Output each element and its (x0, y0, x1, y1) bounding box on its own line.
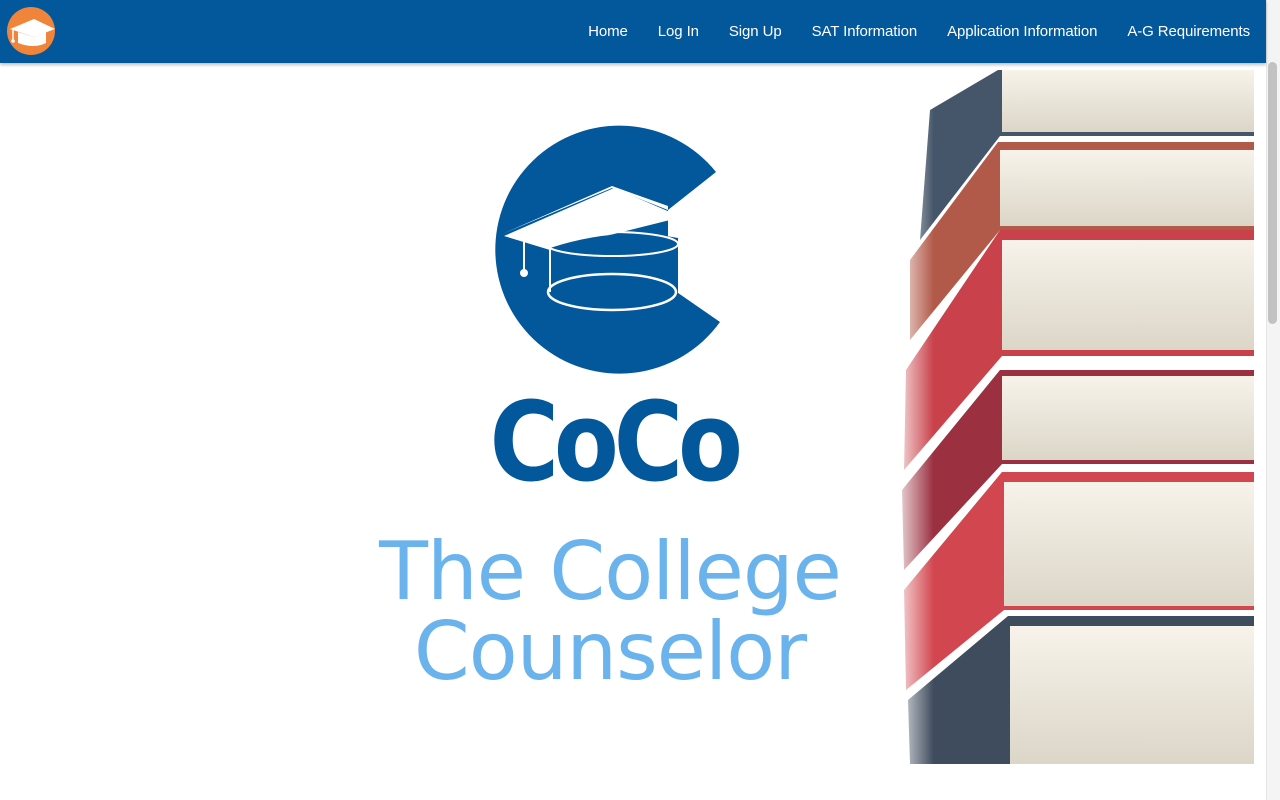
nav-application-information-link[interactable]: Application Information (947, 23, 1097, 40)
nav-home-link[interactable]: Home (588, 23, 628, 40)
graduation-cap-c-logo-icon (488, 120, 728, 380)
tagline-line-2: Counselor (413, 605, 807, 698)
scrollbar-thumb[interactable] (1268, 62, 1277, 324)
nav-sat-information-link[interactable]: SAT Information (812, 23, 918, 40)
tagline: The College Counselor (350, 532, 870, 692)
top-navbar: Home Log In Sign Up SAT Information Appl… (0, 0, 1266, 63)
nav-signup-link[interactable]: Sign Up (729, 23, 782, 40)
brand-name: CoCo (489, 378, 743, 506)
nav-login-link[interactable]: Log In (658, 23, 699, 40)
coco-logo-icon[interactable] (6, 5, 56, 57)
nav-links: Home Log In Sign Up SAT Information Appl… (558, 0, 1250, 63)
tagline-line-1: The College (379, 525, 842, 618)
nav-ag-requirements-link[interactable]: A-G Requirements (1127, 23, 1250, 40)
stacked-books-image (890, 70, 1254, 764)
